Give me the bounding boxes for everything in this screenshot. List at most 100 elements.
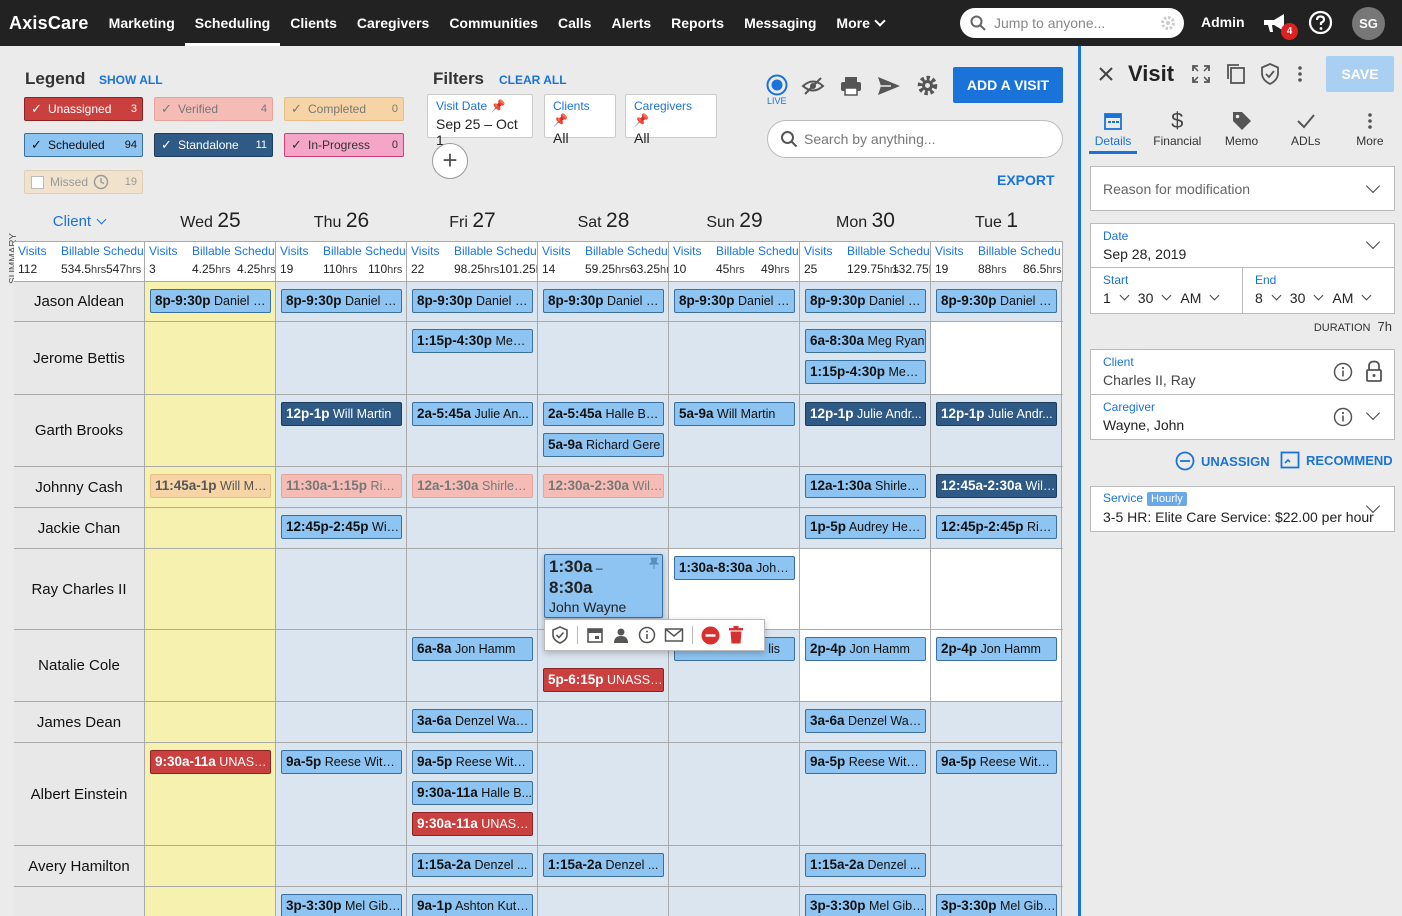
visit-block[interactable]: 1:15a-2a Denzel ... xyxy=(412,853,533,877)
visit-block[interactable]: 9a-5p Reese Withe... xyxy=(805,750,926,774)
visit-block[interactable]: 8p-9:30p Daniel Cr... xyxy=(150,289,271,313)
visit-block[interactable]: 1:15p-4:30p Meg ... xyxy=(805,360,926,384)
day-cell[interactable] xyxy=(931,549,1062,629)
client-name[interactable]: Ray Charles II xyxy=(14,549,145,629)
visit-block[interactable]: 1:15a-2a Denzel ... xyxy=(805,853,926,877)
show-all-link[interactable]: SHOW ALL xyxy=(99,73,163,87)
trash-icon[interactable] xyxy=(728,626,744,644)
legend-unassigned[interactable]: ✓ Unassigned 3 xyxy=(24,97,143,121)
more-vertical-icon[interactable] xyxy=(1297,65,1303,83)
client-sort-header[interactable]: Client xyxy=(14,213,144,230)
visit-block[interactable]: 2p-4p Jon Hamm xyxy=(936,637,1057,661)
recommend-button[interactable]: RECOMMEND xyxy=(1280,451,1393,469)
visit-block[interactable]: 9:30a-11a Halle B... xyxy=(412,781,533,805)
help-icon[interactable] xyxy=(1308,10,1333,35)
start-minute[interactable]: 30 xyxy=(1138,290,1154,306)
lock-icon[interactable] xyxy=(1365,360,1383,382)
visit-block[interactable]: 11:30a-1:15p Rich... xyxy=(281,474,402,498)
day-cell[interactable] xyxy=(145,846,276,886)
start-field[interactable]: Start 1 30 AM xyxy=(1091,268,1243,314)
visit-block[interactable]: 12a-1:30a Shirley ... xyxy=(805,474,926,498)
info-icon[interactable] xyxy=(1333,407,1353,427)
nav-alerts[interactable]: Alerts xyxy=(601,0,661,46)
client-field[interactable]: Client Charles II, Ray xyxy=(1091,350,1394,395)
visit-block[interactable]: 8p-9:30p Daniel Cr... xyxy=(805,289,926,313)
visit-block[interactable]: 3p-3:30p Mel Gibs... xyxy=(936,894,1057,916)
nav-calls[interactable]: Calls xyxy=(548,0,601,46)
client-name[interactable]: Avery Hamilton xyxy=(14,846,145,886)
end-hour[interactable]: 8 xyxy=(1255,290,1263,306)
visit-block[interactable]: 5a-9a Will Martin xyxy=(674,402,795,426)
day-cell[interactable] xyxy=(669,508,800,548)
visit-block[interactable]: 1p-5p Audrey Hep... xyxy=(805,515,926,539)
nav-messaging[interactable]: Messaging xyxy=(734,0,826,46)
client-name[interactable]: Whitney xyxy=(14,887,145,916)
visit-block[interactable]: 12p-1p Julie Andr... xyxy=(936,402,1057,426)
calendar-icon[interactable] xyxy=(586,626,604,644)
info-icon[interactable] xyxy=(638,626,656,644)
email-icon[interactable] xyxy=(664,627,684,643)
visit-block[interactable]: 2p-4p Jon Hamm xyxy=(805,637,926,661)
end-ampm[interactable]: AM xyxy=(1332,290,1353,306)
visit-block[interactable]: 8p-9:30p Daniel Cr... xyxy=(281,289,402,313)
visit-block[interactable]: 2a-5:45a Julie An... xyxy=(412,402,533,426)
copy-icon[interactable] xyxy=(1226,63,1246,85)
info-icon[interactable] xyxy=(1333,362,1353,382)
legend-completed[interactable]: ✓ Completed 0 xyxy=(284,97,404,121)
day-cell[interactable] xyxy=(538,322,669,394)
visit-block[interactable]: 2a-5:45a Halle Ber... xyxy=(543,402,664,426)
pin-icon[interactable] xyxy=(649,557,659,569)
visit-block[interactable]: 1:15a-2a Denzel ... xyxy=(543,853,664,877)
visit-block[interactable]: 3a-6a Denzel Was... xyxy=(412,709,533,733)
day-header[interactable]: Wed 25 xyxy=(145,206,276,240)
visit-block[interactable]: 6a-8:30a Meg Ryan xyxy=(805,329,926,353)
cancel-visit-icon[interactable] xyxy=(701,626,720,645)
visit-block[interactable]: 5p-6:15p UNASSI... xyxy=(543,668,664,692)
visit-block[interactable]: 12:45a-2:30a Will ... xyxy=(936,474,1057,498)
legend-verified[interactable]: ✓ Verified 4 xyxy=(154,97,273,121)
visit-block[interactable]: 8p-9:30p Daniel Cr... xyxy=(936,289,1057,313)
day-cell[interactable] xyxy=(669,887,800,916)
visit-block[interactable]: 6a-8a Jon Hamm xyxy=(412,637,533,661)
client-name[interactable]: Natalie Cole xyxy=(14,630,145,701)
verify-shield-icon[interactable] xyxy=(551,626,569,644)
person-icon[interactable] xyxy=(612,626,630,644)
tab-details[interactable]: Details xyxy=(1081,104,1145,154)
day-cell[interactable] xyxy=(669,846,800,886)
day-header[interactable]: Sat 28 xyxy=(538,206,669,240)
day-cell[interactable] xyxy=(145,887,276,916)
visit-block[interactable]: 5a-9a Richard Gere xyxy=(543,433,664,457)
filter-visit-date[interactable]: Visit Date 📌 Sep 25 – Oct 1 xyxy=(427,94,533,148)
visit-block[interactable]: 8p-9:30p Daniel Cr... xyxy=(412,289,533,313)
legend-in-progress[interactable]: ✓ In-Progress 0 xyxy=(284,133,404,157)
day-header[interactable]: Fri 27 xyxy=(407,206,538,240)
nav-clients[interactable]: Clients xyxy=(280,0,347,46)
day-cell[interactable] xyxy=(276,630,407,701)
app-logo[interactable]: AxisCare xyxy=(9,13,89,34)
visit-block[interactable]: 11:45a-1p Will Ma... xyxy=(150,474,271,498)
visit-block[interactable]: 12a-1:30a Shirley ... xyxy=(412,474,533,498)
visit-block[interactable]: 8p-9:30p Daniel Cr... xyxy=(543,289,664,313)
close-icon[interactable] xyxy=(1098,66,1114,82)
day-cell[interactable] xyxy=(145,702,276,742)
day-cell[interactable] xyxy=(538,702,669,742)
tab-more[interactable]: More xyxy=(1338,104,1402,152)
visit-block[interactable]: 1:15p-4:30p Meg ... xyxy=(412,329,533,353)
day-cell[interactable] xyxy=(669,322,800,394)
day-cell[interactable] xyxy=(407,508,538,548)
client-name[interactable]: Jackie Chan xyxy=(14,508,145,548)
visit-block[interactable]: 12p-1p Julie Andr... xyxy=(805,402,926,426)
legend-standalone[interactable]: ✓ Standalone 11 xyxy=(154,133,273,157)
client-name[interactable]: Albert Einstein xyxy=(14,743,145,845)
client-name[interactable]: Garth Brooks xyxy=(14,395,145,466)
unassign-button[interactable]: UNASSIGN xyxy=(1175,451,1270,471)
visit-block[interactable]: 12p-1p Will Martin xyxy=(281,402,402,426)
nav-more[interactable]: More xyxy=(826,0,893,46)
nav-communities[interactable]: Communities xyxy=(439,0,548,46)
visit-block[interactable]: 9a-1p Ashton Kutc... xyxy=(412,894,533,916)
send-icon[interactable] xyxy=(877,76,901,96)
clear-all-link[interactable]: CLEAR ALL xyxy=(499,73,567,87)
visit-block[interactable]: 3p-3:30p Mel Gibs... xyxy=(805,894,926,916)
day-header[interactable]: Sun 29 xyxy=(669,206,800,240)
day-cell[interactable] xyxy=(538,508,669,548)
